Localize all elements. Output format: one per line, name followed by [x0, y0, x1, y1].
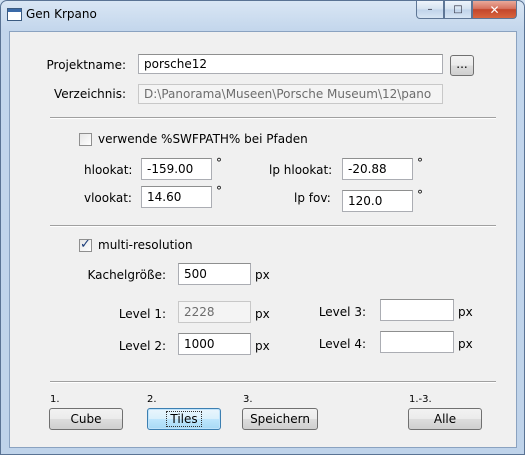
window-title: Gen Krpano	[26, 7, 97, 21]
project-name-label: Projektname:	[46, 58, 126, 72]
vlookat-label: vlookat:	[84, 191, 132, 205]
hlookat-input[interactable]: -159.00	[141, 158, 212, 180]
vlookat-input[interactable]: 14.60	[141, 186, 212, 208]
level4-px-unit: px	[458, 337, 473, 351]
all-button[interactable]: Alle	[408, 408, 482, 430]
hlookat-label: hlookat:	[84, 163, 133, 177]
app-window: Gen Krpano – □ ✕ Projektname: porsche12 …	[0, 0, 525, 455]
browse-button[interactable]: ...	[450, 55, 474, 76]
minimize-icon: –	[427, 4, 433, 15]
lp-fov-input[interactable]: 120.0	[342, 190, 413, 212]
tile-size-px-unit: px	[255, 268, 270, 282]
lp-hlookat-label: lp hlookat:	[269, 163, 333, 177]
step-label-tiles: 2.	[147, 394, 157, 405]
project-name-input[interactable]: porsche12	[138, 54, 443, 74]
level1-field: 2228	[178, 301, 251, 323]
tile-size-label: Kachelgröße:	[87, 268, 166, 282]
multires-label[interactable]: multi-resolution	[98, 238, 193, 252]
level2-input[interactable]: 1000	[178, 333, 251, 355]
level4-input[interactable]	[380, 331, 454, 353]
title-bar[interactable]: Gen Krpano – □ ✕	[1, 1, 524, 28]
caption-buttons: – □ ✕	[416, 1, 517, 19]
lp-hlookat-degree-unit: °	[417, 156, 423, 170]
level3-label: Level 3:	[318, 305, 366, 319]
lp-fov-degree-unit: °	[417, 188, 423, 202]
level2-label: Level 2:	[118, 339, 166, 353]
cube-button[interactable]: Cube	[49, 408, 123, 430]
separator-bottom	[50, 381, 496, 383]
directory-label: Verzeichnis:	[53, 87, 126, 101]
directory-field: D:\Panorama\Museen\Porsche Museum\12\pan…	[138, 84, 443, 104]
close-icon: ✕	[489, 2, 500, 17]
maximize-icon: □	[453, 4, 463, 15]
swfpath-checkbox[interactable]	[79, 133, 92, 146]
lp-fov-label: lp fov:	[294, 191, 331, 205]
level3-px-unit: px	[458, 305, 473, 319]
tiles-button-label: Tiles	[166, 411, 202, 427]
level2-px-unit: px	[255, 339, 270, 353]
level4-label: Level 4:	[318, 337, 366, 351]
separator-middle	[50, 225, 496, 227]
save-button[interactable]: Speichern	[242, 408, 318, 430]
close-button[interactable]: ✕	[472, 1, 517, 19]
swfpath-label[interactable]: verwende %SWFPATH% bei Pfaden	[98, 132, 308, 146]
hlookat-degree-unit: °	[216, 156, 222, 170]
minimize-button[interactable]: –	[416, 1, 444, 19]
app-window-icon	[7, 8, 22, 21]
level1-label: Level 1:	[118, 307, 166, 321]
tile-size-input[interactable]: 500	[178, 263, 251, 285]
step-label-cube: 1.	[50, 394, 60, 405]
step-label-save: 3.	[243, 394, 253, 405]
lp-hlookat-input[interactable]: -20.88	[342, 158, 413, 180]
multires-checkbox[interactable]: ✓	[79, 237, 92, 252]
checkmark-icon: ✓	[80, 237, 91, 252]
level3-input[interactable]	[380, 299, 454, 321]
dialog-content: Projektname: porsche12 ... Verzeichnis: …	[9, 31, 517, 448]
level1-px-unit: px	[255, 307, 270, 321]
separator-top	[50, 117, 496, 119]
maximize-button[interactable]: □	[444, 1, 472, 19]
tiles-button[interactable]: Tiles	[147, 408, 221, 430]
step-label-all: 1.-3.	[409, 394, 432, 405]
vlookat-degree-unit: °	[216, 184, 222, 198]
